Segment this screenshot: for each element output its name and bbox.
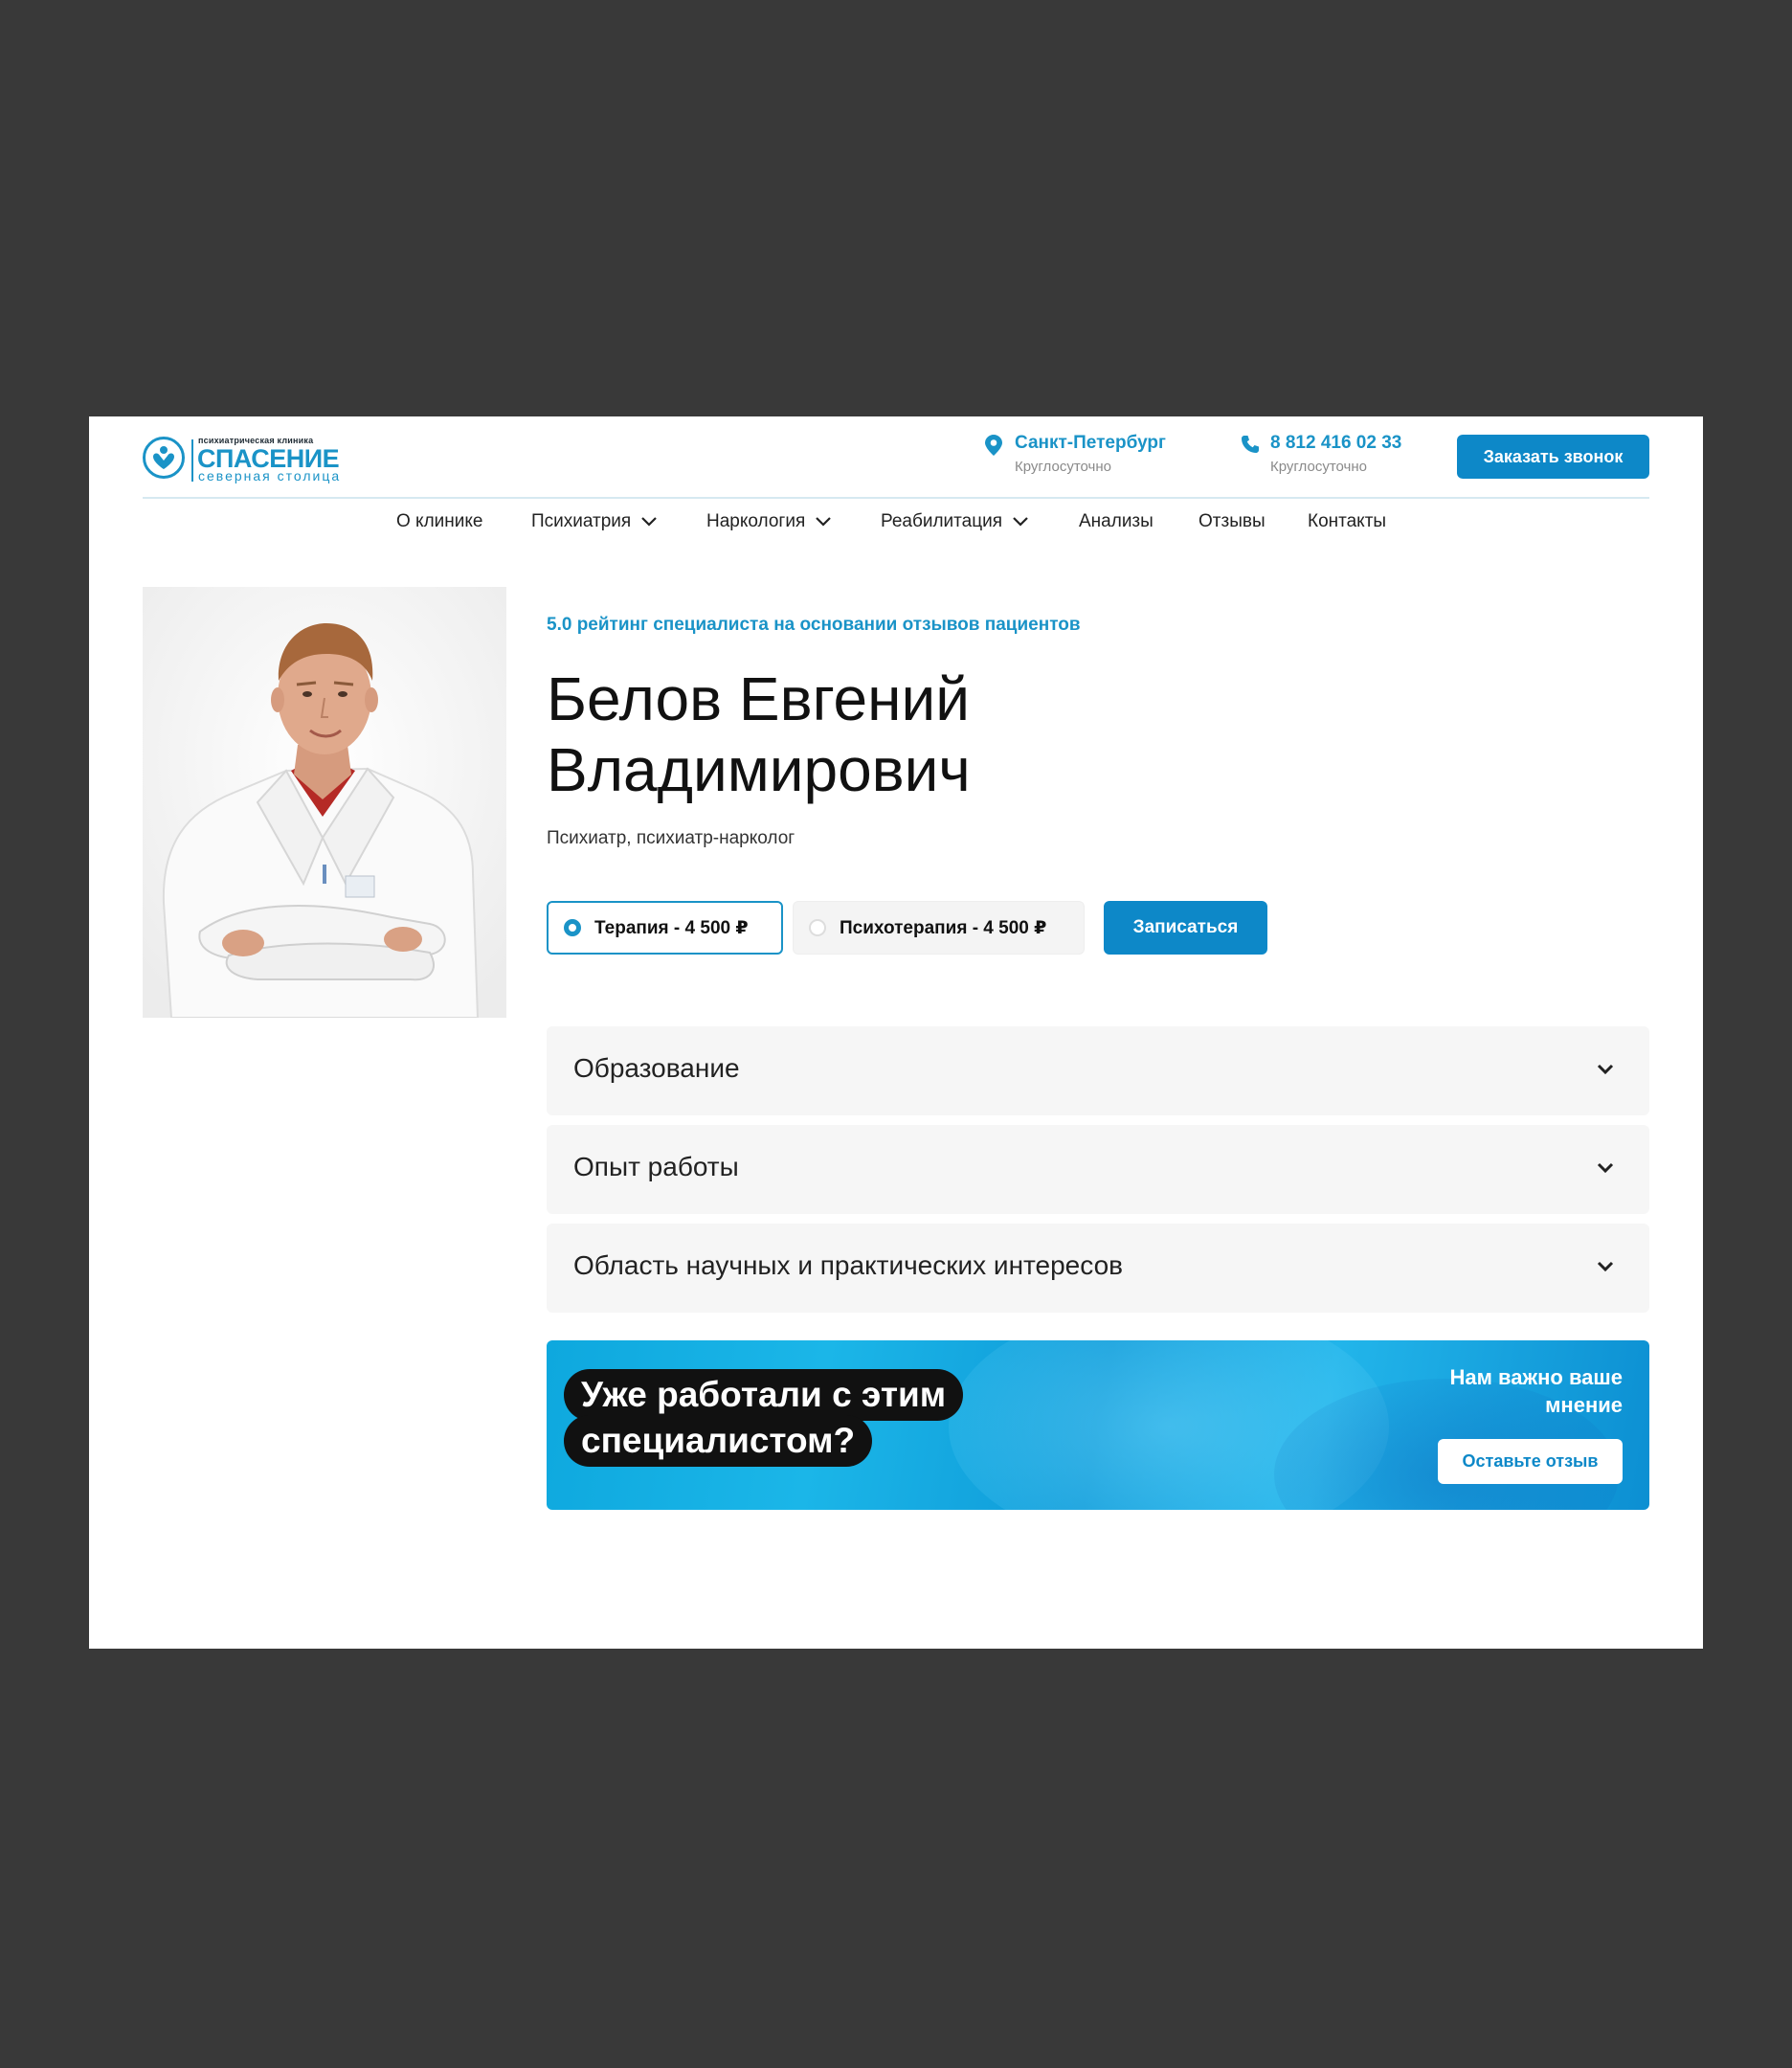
header-divider bbox=[143, 497, 1649, 499]
logo-sub-text: северная столица bbox=[198, 468, 342, 483]
service-option-label: Психотерапия - 4 500 ₽ bbox=[840, 917, 1047, 938]
accordion-title: Образование bbox=[573, 1053, 740, 1083]
logo-heart-icon bbox=[143, 437, 185, 479]
nav-item-label: Реабилитация bbox=[881, 511, 1003, 531]
nav-item-label: Отзывы bbox=[1198, 511, 1266, 531]
book-appointment-button[interactable]: Записаться bbox=[1104, 901, 1267, 955]
doctor-name: Белов Евгений Владимирович bbox=[547, 663, 971, 805]
doctor-name-line1: Белов Евгений bbox=[547, 664, 970, 733]
chevron-down-icon bbox=[1597, 1162, 1614, 1174]
nav-item-label: Наркология bbox=[706, 511, 806, 531]
logo-divider bbox=[191, 439, 193, 482]
accordion-title: Опыт работы bbox=[573, 1152, 739, 1181]
chevron-down-icon bbox=[1597, 1064, 1614, 1075]
doctor-name-line2: Владимирович bbox=[547, 735, 971, 804]
city-hours: Круглосуточно bbox=[1015, 459, 1111, 475]
nav-item-narcology[interactable]: Наркология bbox=[706, 511, 832, 532]
phone-number: 8 812 416 02 33 bbox=[1270, 433, 1402, 453]
main-nav: О клинике Психиатрия Наркология Реабилит… bbox=[89, 511, 1703, 550]
accordion-experience[interactable]: Опыт работы bbox=[547, 1125, 1649, 1214]
leave-review-button[interactable]: Оставьте отзыв bbox=[1438, 1439, 1623, 1484]
nav-item-about[interactable]: О клинике bbox=[396, 511, 482, 532]
nav-item-contacts[interactable]: Контакты bbox=[1308, 511, 1386, 532]
nav-item-label: О клинике bbox=[396, 511, 483, 531]
nav-item-label: Психиатрия bbox=[531, 511, 632, 531]
nav-item-psychiatry[interactable]: Психиатрия bbox=[531, 511, 658, 532]
chevron-down-icon bbox=[1597, 1261, 1614, 1272]
chevron-down-icon bbox=[816, 517, 832, 527]
order-call-button[interactable]: Заказать звонок bbox=[1457, 435, 1649, 479]
phone-icon bbox=[1242, 436, 1259, 453]
nav-item-label: Анализы bbox=[1079, 511, 1154, 531]
nav-item-analyses[interactable]: Анализы bbox=[1079, 511, 1154, 532]
accordion-interests[interactable]: Область научных и практических интересов bbox=[547, 1224, 1649, 1313]
radio-selected-icon bbox=[564, 919, 581, 936]
service-option-label: Терапия - 4 500 ₽ bbox=[594, 917, 749, 938]
review-banner: Уже работали с этим специалистом? Нам ва… bbox=[547, 1340, 1649, 1510]
rating-text: 5.0 рейтинг специалиста на основании отз… bbox=[547, 615, 1081, 635]
banner-opinion-text: Нам важно ваше мнение bbox=[1449, 1365, 1623, 1417]
logo[interactable]: психиатрическая клиника СПАСЕНИЕ северна… bbox=[143, 434, 344, 487]
chevron-down-icon bbox=[1013, 517, 1028, 527]
doctor-specialty: Психиатр, психиатр-нарколог bbox=[547, 828, 795, 848]
chevron-down-icon bbox=[641, 517, 657, 527]
service-option-psychotherapy[interactable]: Психотерапия - 4 500 ₽ bbox=[793, 901, 1085, 955]
city-name: Санкт-Петербург bbox=[1015, 433, 1166, 453]
accordion-education[interactable]: Образование bbox=[547, 1026, 1649, 1115]
nav-item-reviews[interactable]: Отзывы bbox=[1198, 511, 1266, 532]
nav-item-label: Контакты bbox=[1308, 511, 1387, 531]
location-pin-icon bbox=[985, 435, 1002, 456]
banner-heading-line2: специалистом? bbox=[564, 1415, 873, 1467]
radio-unselected-icon bbox=[809, 919, 826, 936]
service-option-therapy[interactable]: Терапия - 4 500 ₽ bbox=[547, 901, 783, 955]
nav-item-rehabilitation[interactable]: Реабилитация bbox=[881, 511, 1029, 532]
phone-hours: Круглосуточно bbox=[1270, 459, 1367, 475]
doctor-photo bbox=[143, 587, 506, 1018]
accordion-title: Область научных и практических интересов bbox=[573, 1250, 1124, 1280]
page: психиатрическая клиника СПАСЕНИЕ северна… bbox=[89, 416, 1703, 1649]
banner-heading-line1: Уже работали с этим bbox=[564, 1369, 964, 1421]
